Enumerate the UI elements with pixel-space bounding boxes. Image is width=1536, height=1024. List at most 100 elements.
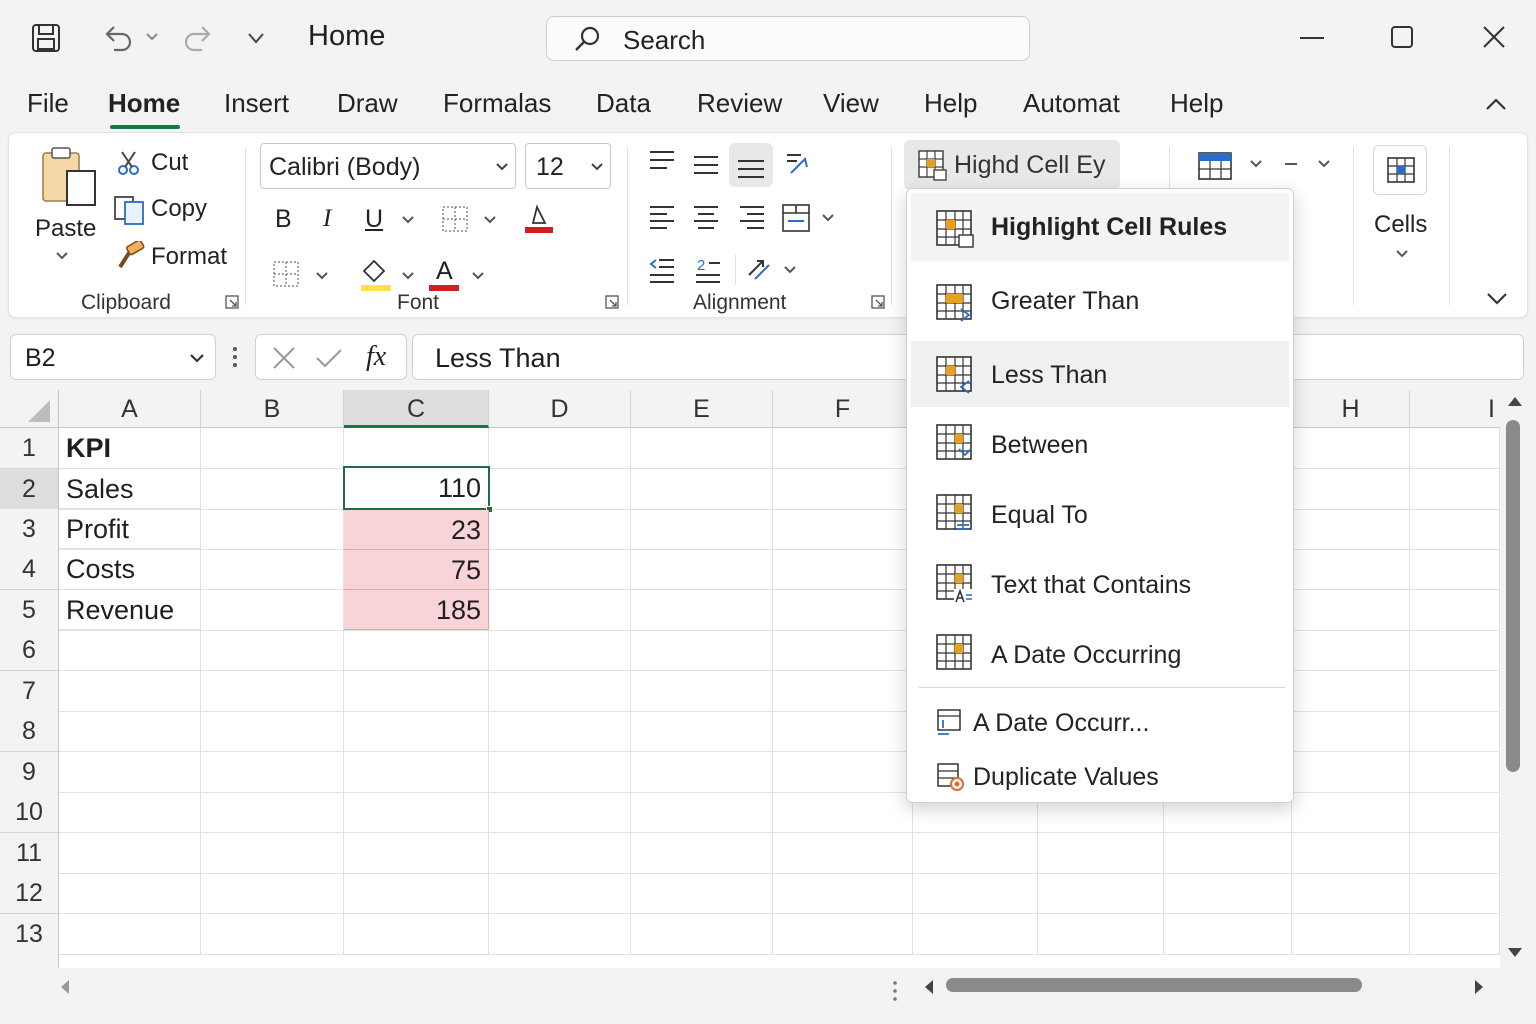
grid-cell[interactable] (201, 509, 344, 550)
cell-c4[interactable]: 75 (344, 550, 489, 590)
tab-review[interactable]: Review (697, 88, 782, 119)
grid-cell[interactable] (1292, 752, 1410, 793)
grid-cell[interactable] (1292, 792, 1410, 833)
align-center-icon[interactable] (691, 203, 721, 231)
grid-cell[interactable] (1410, 873, 1500, 914)
column-header-a[interactable]: A (59, 390, 201, 428)
fill-color-dropdown-icon[interactable] (401, 271, 415, 281)
grid-cell[interactable] (631, 711, 773, 752)
grid-cell[interactable] (489, 630, 631, 671)
grid-cell[interactable] (59, 711, 201, 752)
row-header[interactable]: 8 (0, 711, 59, 752)
format-painter-button[interactable]: Format (151, 243, 227, 271)
grid-cell[interactable] (1292, 873, 1410, 914)
grid-cell[interactable] (344, 792, 489, 833)
grid-cell[interactable] (489, 671, 631, 712)
row-header[interactable]: 10 (0, 792, 59, 833)
font-launcher-icon[interactable] (605, 295, 619, 309)
align-top-icon[interactable] (647, 149, 677, 173)
grid-cell[interactable] (631, 833, 773, 874)
grid-cell[interactable] (773, 630, 913, 671)
tab-home[interactable]: Home (108, 88, 180, 119)
grid-cell[interactable] (631, 752, 773, 793)
redo-icon[interactable] (182, 24, 214, 52)
italic-button[interactable]: I (323, 205, 331, 233)
grid-cell[interactable] (773, 752, 913, 793)
grid-cell[interactable] (773, 469, 913, 510)
tab-data[interactable]: Data (596, 88, 651, 119)
bold-button[interactable]: B (275, 205, 292, 234)
grid-cell[interactable] (344, 752, 489, 793)
column-header-h[interactable]: H (1292, 390, 1410, 428)
maximize-button[interactable] (1380, 18, 1424, 58)
menu-header-highlight-cell-rules[interactable]: Highlight Cell Rules (911, 193, 1289, 261)
grid-cell[interactable] (489, 914, 631, 955)
name-box[interactable]: B2 (10, 334, 216, 380)
grid-cell[interactable] (1038, 873, 1164, 914)
cell-a5[interactable]: Revenue (59, 590, 201, 630)
customize-toolbar-icon[interactable] (246, 30, 266, 48)
grid-cell[interactable] (201, 914, 344, 955)
collapse-ribbon-icon[interactable] (1484, 96, 1508, 112)
underline-button[interactable]: U (365, 205, 383, 234)
grid-cell[interactable] (201, 549, 344, 590)
scroll-left-sheet-icon[interactable] (58, 978, 72, 996)
column-header-f[interactable]: F (773, 390, 913, 428)
grid-cell[interactable] (631, 428, 773, 469)
conditional-formatting-button[interactable]: Highd Cell Ey (904, 140, 1120, 190)
grid-cell[interactable] (489, 792, 631, 833)
search-box[interactable]: Search (546, 16, 1030, 61)
tab-draw[interactable]: Draw (337, 88, 398, 119)
grid-cell[interactable] (59, 752, 201, 793)
grid-cell[interactable] (344, 630, 489, 671)
grid-cell[interactable] (1410, 630, 1500, 671)
row-header[interactable]: 4 (0, 549, 59, 590)
align-right-icon[interactable] (737, 203, 767, 231)
grid-cell[interactable] (489, 469, 631, 510)
grid-cell[interactable] (201, 630, 344, 671)
close-button[interactable] (1472, 18, 1516, 58)
grid-cell[interactable] (631, 590, 773, 631)
row-header[interactable]: 1 (0, 428, 59, 469)
column-header-c[interactable]: C (344, 390, 489, 428)
align-left-icon[interactable] (647, 203, 677, 231)
grid-cell[interactable] (201, 469, 344, 510)
format-as-table-dropdown-icon[interactable] (1249, 159, 1263, 169)
grid-cell[interactable] (344, 711, 489, 752)
menu-item-a-date-occurr-more[interactable]: A Date Occurr... (911, 697, 1289, 747)
tab-file[interactable]: File (27, 88, 69, 119)
align-bottom-icon[interactable] (729, 143, 773, 187)
horizontal-scroll-thumb[interactable] (946, 978, 1362, 992)
grid-cell[interactable] (1038, 833, 1164, 874)
borders-dropdown-icon[interactable] (483, 215, 497, 225)
copy-button[interactable]: Copy (151, 195, 207, 223)
grid-cell[interactable] (489, 833, 631, 874)
grid-cell[interactable] (913, 873, 1038, 914)
tab-help[interactable]: Help (924, 88, 977, 119)
scroll-up-icon[interactable] (1506, 394, 1524, 408)
grid-cell[interactable] (773, 833, 913, 874)
grid-cell[interactable] (1292, 428, 1410, 469)
grid-cell[interactable] (489, 590, 631, 631)
grid-cell[interactable] (1292, 630, 1410, 671)
grid-cell[interactable] (773, 428, 913, 469)
row-header[interactable]: 2 (0, 469, 59, 510)
row-header[interactable]: 5 (0, 590, 59, 631)
grid-cell[interactable] (1038, 914, 1164, 955)
grid-cell[interactable] (631, 549, 773, 590)
menu-item-text-that-contains[interactable]: Text that Contains (911, 551, 1289, 617)
grid-cell[interactable] (201, 671, 344, 712)
font-name-select[interactable]: Calibri (Body) (260, 143, 516, 189)
grid-cell[interactable] (913, 833, 1038, 874)
grid-cell[interactable] (344, 428, 489, 469)
enter-icon[interactable] (314, 344, 344, 372)
tab-formalas[interactable]: Formalas (443, 88, 551, 119)
alignment-launcher-icon[interactable] (871, 295, 885, 309)
grid-cell[interactable] (59, 792, 201, 833)
row-header[interactable]: 3 (0, 509, 59, 550)
undo-icon[interactable] (102, 24, 134, 52)
ribbon-expand-icon[interactable] (1485, 291, 1509, 307)
font-size-select[interactable]: 12 (525, 143, 611, 189)
menu-item-a-date-occurring[interactable]: A Date Occurring (911, 621, 1289, 687)
menu-item-less-than[interactable]: Less Than (911, 341, 1289, 407)
